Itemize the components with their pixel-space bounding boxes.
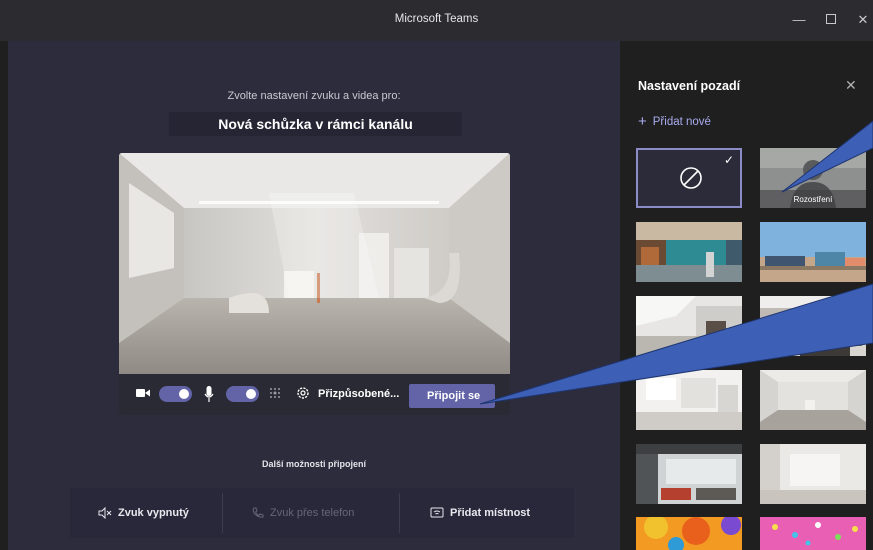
join-options-bar: Zvuk vypnutý Zvuk přes telefon Přidat mí… <box>70 488 574 538</box>
more-join-options-heading: Další možnosti připojení <box>261 459 366 469</box>
background-white-space-option[interactable] <box>760 444 866 504</box>
audio-off-option[interactable]: Zvuk vypnutý <box>98 488 189 538</box>
microphone-toggle[interactable] <box>226 386 259 402</box>
add-room-label: Přidat místnost <box>450 507 531 519</box>
custom-setup-label[interactable]: Přizpůsobené... <box>318 388 399 400</box>
audio-off-label: Zvuk vypnutý <box>118 507 189 519</box>
camera-icon <box>136 389 150 397</box>
toggle-knob <box>179 389 189 399</box>
title-bar: Microsoft Teams — ✕ <box>0 0 873 41</box>
background-office-teal-option[interactable] <box>636 222 742 282</box>
orange-balloons-image <box>636 517 742 550</box>
background-white-room-option[interactable] <box>760 370 866 430</box>
add-new-background-button[interactable]: + Přidat nové <box>638 113 711 130</box>
glass-office-image <box>636 444 742 504</box>
office-teal-image <box>636 222 742 282</box>
join-button[interactable]: Připojit se <box>409 384 495 408</box>
close-window-button[interactable]: ✕ <box>853 10 873 30</box>
background-pink-confetti-option[interactable] <box>760 517 866 550</box>
pink-confetti-image <box>760 517 866 550</box>
camera-toggle[interactable] <box>159 386 192 402</box>
no-background-icon <box>680 167 702 189</box>
phone-icon <box>252 507 264 518</box>
room-background-image <box>119 153 510 374</box>
window-title: Microsoft Teams <box>394 13 479 25</box>
gear-icon[interactable] <box>296 386 310 400</box>
meeting-title: Nová schůzka v rámci kanálu <box>169 112 462 136</box>
blur-label: Rozostření <box>793 195 833 204</box>
phone-audio-option[interactable]: Zvuk přes telefon <box>252 488 354 538</box>
plus-icon: + <box>638 113 647 130</box>
background-blur-option[interactable]: Rozostření <box>760 148 866 208</box>
background-blur-icon[interactable] <box>269 387 283 401</box>
white-room-image <box>760 370 866 430</box>
maximize-icon <box>826 14 836 24</box>
panel-title: Nastavení pozadí <box>638 79 741 93</box>
add-room-option[interactable]: Přidat místnost <box>430 488 530 538</box>
divider <box>399 493 400 533</box>
background-settings-panel: Nastavení pozadí ✕ + Přidat nové ✓ Rozost… <box>620 41 873 550</box>
device-controls-bar: Přizpůsobené... Připojit se <box>119 374 510 415</box>
white-gallery-image <box>636 370 742 430</box>
background-beach-vehicles-option[interactable] <box>760 222 866 282</box>
cast-icon <box>430 507 444 518</box>
add-new-label: Přidat nové <box>652 116 711 128</box>
microphone-icon <box>204 386 214 402</box>
minimize-button[interactable]: — <box>789 10 809 30</box>
divider <box>222 493 223 533</box>
phone-audio-label: Zvuk přes telefon <box>270 507 355 519</box>
toggle-knob <box>246 389 256 399</box>
background-glass-office-option[interactable] <box>636 444 742 504</box>
background-orange-balloons-option[interactable] <box>636 517 742 550</box>
close-panel-button[interactable]: ✕ <box>845 77 857 94</box>
white-loft-image <box>636 296 742 356</box>
background-white-loft-option[interactable] <box>636 296 742 356</box>
background-none-option[interactable]: ✓ <box>636 148 742 208</box>
prejoin-screen: Zvolte nastavení zvuku a videa pro: Nová… <box>8 41 620 550</box>
selected-check-icon: ✓ <box>723 153 734 167</box>
background-white-gallery-option[interactable] <box>636 370 742 430</box>
speaker-off-icon <box>98 506 112 520</box>
maximize-button[interactable] <box>821 10 841 30</box>
beach-vehicles-image <box>760 222 866 282</box>
prejoin-prompt: Zvolte nastavení zvuku a videa pro: <box>227 90 401 102</box>
white-space-image <box>760 444 866 504</box>
video-preview: Přizpůsobené... Připojit se <box>119 153 510 415</box>
modern-office-image <box>760 296 866 356</box>
background-modern-office-option[interactable] <box>760 296 866 356</box>
